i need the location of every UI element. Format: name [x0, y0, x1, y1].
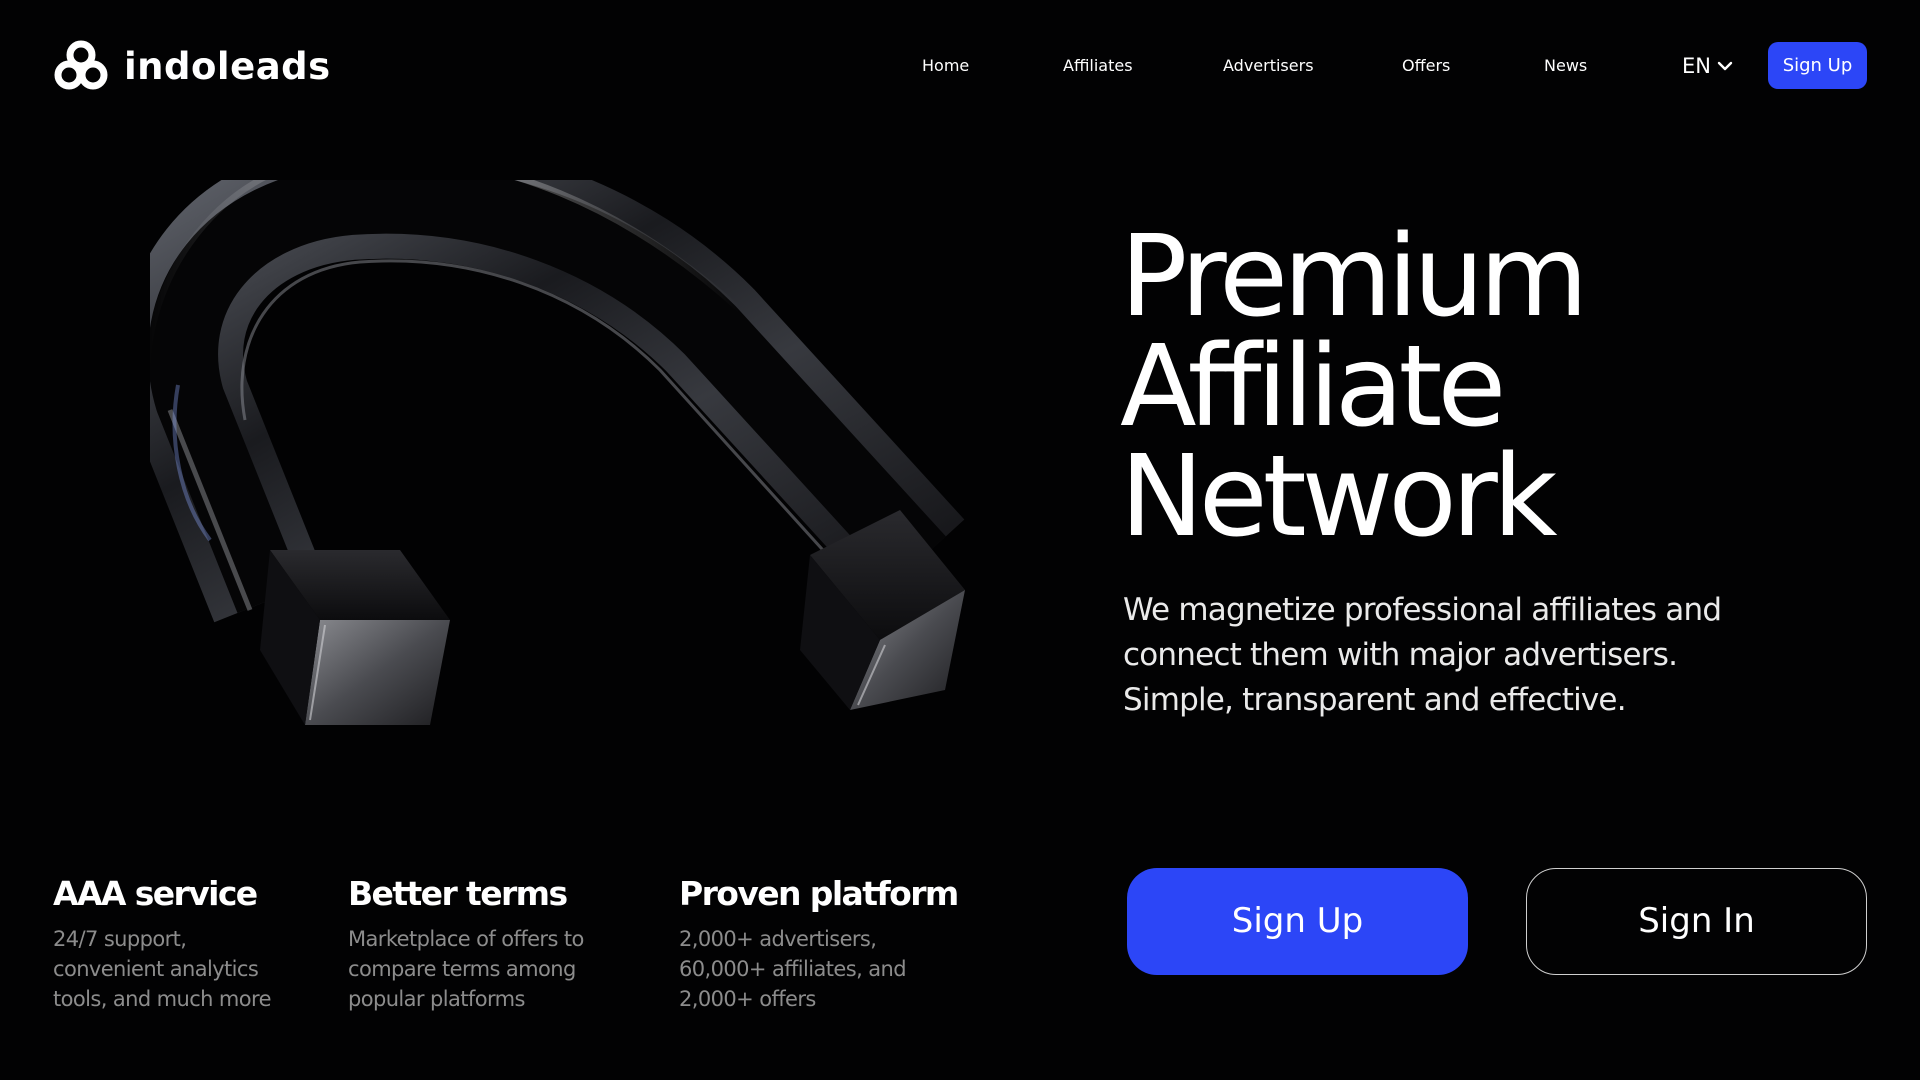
- feature-aaa-service: AAA service 24/7 support, convenient ana…: [53, 872, 373, 1014]
- feature-description-line: popular platforms: [348, 987, 525, 1011]
- feature-description-line: 2,000+ offers: [679, 987, 816, 1011]
- feature-description-line: 24/7 support,: [53, 927, 187, 951]
- site-header: indoleads Home Affiliates Advertisers Of…: [0, 0, 1920, 130]
- nav-item-news[interactable]: News: [1544, 54, 1587, 78]
- hero-signin-button[interactable]: Sign In: [1526, 868, 1867, 975]
- language-selector[interactable]: EN: [1682, 51, 1733, 81]
- interlocked-rings-logo-icon: [54, 40, 108, 90]
- brand-logo[interactable]: indoleads: [52, 38, 331, 96]
- hero-subtitle-line: connect them with major advertisers.: [1123, 637, 1678, 673]
- feature-better-terms: Better terms Marketplace of offers to co…: [348, 872, 668, 1014]
- feature-title: Better terms: [348, 874, 568, 913]
- feature-title: AAA service: [53, 874, 258, 913]
- hero-subtitle-line: Simple, transparent and effective.: [1123, 682, 1627, 718]
- hero-subtitle: We magnetize professional affiliates and…: [1123, 588, 1883, 723]
- brand-name: indoleads: [124, 45, 331, 88]
- feature-description-line: 60,000+ affiliates, and: [679, 957, 907, 981]
- hero-title-line: Premium: [1120, 212, 1588, 342]
- nav-item-offers[interactable]: Offers: [1402, 54, 1450, 78]
- feature-description-line: Marketplace of offers to: [348, 927, 584, 951]
- hero-title-line: Affiliate: [1120, 322, 1506, 452]
- feature-description-line: tools, and much more: [53, 987, 272, 1011]
- landing-page: indoleads Home Affiliates Advertisers Of…: [0, 0, 1920, 1080]
- feature-description-line: convenient analytics: [53, 957, 259, 981]
- feature-description: Marketplace of offers to compare terms a…: [348, 924, 668, 1014]
- header-signup-button[interactable]: Sign Up: [1768, 42, 1867, 89]
- hero-title-line: Network: [1120, 432, 1558, 562]
- glass-magnet-illustration: [150, 180, 965, 725]
- nav-item-advertisers[interactable]: Advertisers: [1223, 54, 1314, 78]
- feature-title: Proven platform: [679, 874, 959, 913]
- language-label: EN: [1682, 54, 1711, 78]
- hero-signup-button[interactable]: Sign Up: [1127, 868, 1468, 975]
- feature-description: 24/7 support, convenient analytics tools…: [53, 924, 373, 1014]
- feature-description-line: 2,000+ advertisers,: [679, 927, 877, 951]
- chevron-down-icon: [1717, 61, 1733, 71]
- feature-description: 2,000+ advertisers, 60,000+ affiliates, …: [679, 924, 999, 1014]
- hero-subtitle-line: We magnetize professional affiliates and: [1123, 592, 1722, 628]
- nav-item-home[interactable]: Home: [922, 54, 969, 78]
- nav-item-affiliates[interactable]: Affiliates: [1063, 54, 1133, 78]
- hero-title: Premium Affiliate Network: [1120, 212, 1880, 562]
- feature-proven-platform: Proven platform 2,000+ advertisers, 60,0…: [679, 872, 999, 1014]
- feature-description-line: compare terms among: [348, 957, 576, 981]
